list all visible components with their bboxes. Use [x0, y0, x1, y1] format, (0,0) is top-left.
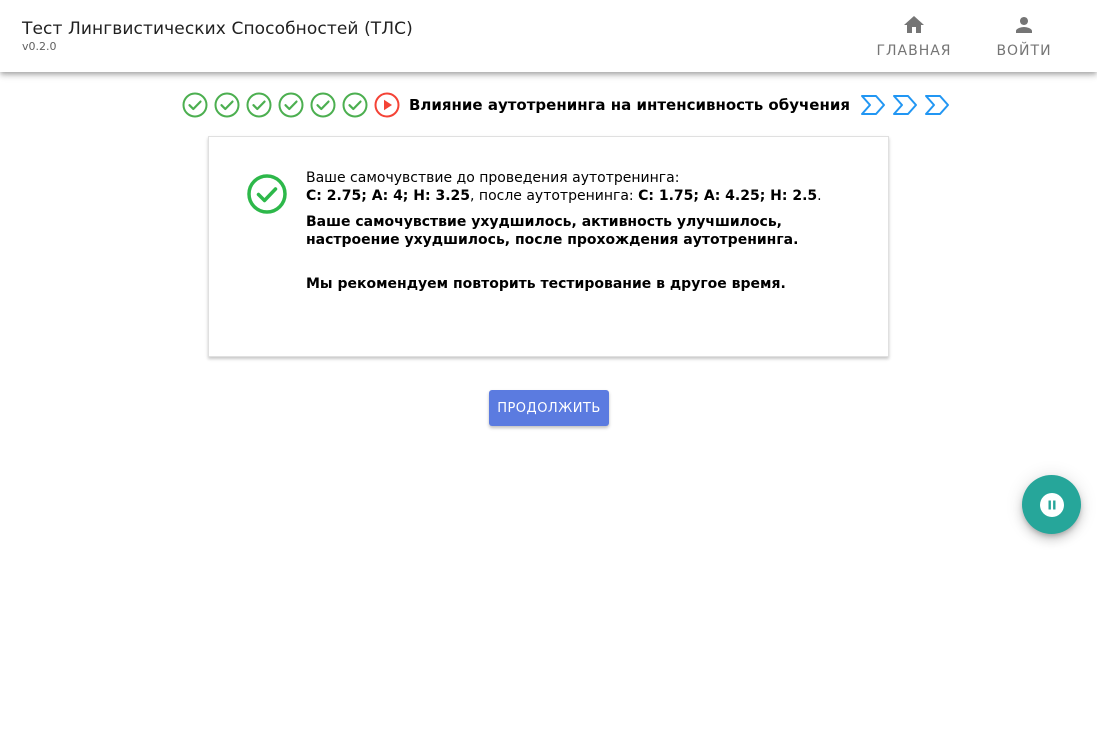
login-nav-label: ВОЙТИ — [996, 43, 1052, 59]
step-upcoming-chevron-icon — [892, 94, 917, 115]
check-circle-icon — [247, 174, 287, 214]
continue-button[interactable]: ПРОДОЛЖИТЬ — [489, 390, 609, 426]
step-done-check-icon — [342, 92, 368, 117]
step-current-play-icon — [374, 92, 400, 117]
app-bar: Тест Лингвистических Способностей (ТЛС) … — [0, 0, 1097, 72]
wellbeing-scores: Ваше самочувствие до проведения аутотрен… — [306, 169, 866, 205]
person-icon — [1016, 17, 1032, 33]
step-done-check-icon — [310, 92, 336, 117]
result-summary: Ваше самочувствие ухудшилось, активность… — [306, 214, 799, 248]
pause-icon — [1039, 492, 1064, 517]
after-values: С: 1.75; А: 4.25; Н: 2.5 — [638, 188, 818, 204]
step-done-check-icon — [246, 92, 272, 117]
result-recommendation: Мы рекомендуем повторить тестирование в … — [306, 276, 786, 292]
step-done-check-icon — [182, 92, 208, 117]
step-upcoming-chevron-icon — [924, 94, 949, 115]
result-card: Ваше самочувствие до проведения аутотрен… — [208, 136, 889, 357]
app-title: Тест Лингвистических Способностей (ТЛС) — [22, 19, 413, 39]
before-intro: Ваше самочувствие до проведения аутотрен… — [306, 170, 680, 186]
login-nav-button[interactable]: ВОЙТИ — [988, 8, 1060, 64]
after-intro: , после аутотренинга: — [470, 188, 639, 204]
step-done-check-icon — [278, 92, 304, 117]
home-icon — [904, 16, 924, 33]
step-upcoming-chevron-icon — [860, 94, 885, 115]
result-text: Ваше самочувствие до проведения аутотрен… — [306, 169, 866, 293]
test-stepper: Влияние аутотренинга на интенсивность об… — [182, 91, 956, 118]
step-done-check-icon — [214, 92, 240, 117]
current-step-title: Влияние аутотренинга на интенсивность об… — [409, 95, 850, 114]
after-end: . — [817, 188, 822, 204]
home-nav-button[interactable]: ГЛАВНАЯ — [872, 8, 956, 64]
home-nav-label: ГЛАВНАЯ — [876, 43, 952, 59]
pause-fab-button[interactable] — [1022, 475, 1081, 534]
app-version: v0.2.0 — [22, 40, 57, 53]
before-values: С: 2.75; А: 4; Н: 3.25 — [306, 188, 471, 204]
